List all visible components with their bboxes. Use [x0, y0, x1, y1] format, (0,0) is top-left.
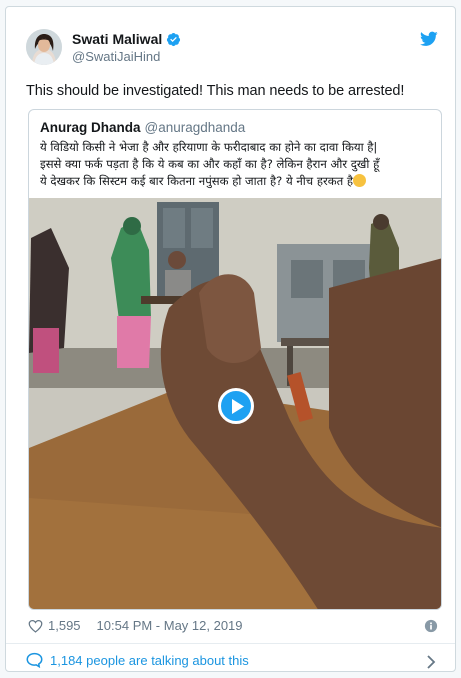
- tweet-text: This should be investigated! This man ne…: [26, 83, 405, 99]
- quoted-author[interactable]: Anurag Dhanda @anuragdhanda: [40, 120, 245, 135]
- quoted-author-handle: @anuragdhanda: [144, 120, 246, 135]
- chevron-right-icon[interactable]: [426, 655, 436, 669]
- embedded-tweet-card: Swati Maliwal @SwatiJaiHind This should …: [5, 6, 456, 672]
- conversation-link[interactable]: 1,184 people are talking about this: [26, 652, 249, 668]
- play-icon: [232, 399, 244, 414]
- author-avatar[interactable]: [26, 29, 62, 65]
- speech-bubble-icon: [26, 652, 43, 668]
- quoted-tweet[interactable]: Anurag Dhanda @anuragdhanda ये विडियो किस…: [28, 109, 442, 610]
- video-thumbnail[interactable]: [29, 198, 441, 609]
- talking-count-text: 1,184 people are talking about this: [50, 652, 249, 668]
- like-count[interactable]: 1,595: [48, 618, 81, 633]
- author-name[interactable]: Swati Maliwal: [72, 31, 162, 47]
- author-handle[interactable]: @SwatiJaiHind: [72, 49, 160, 64]
- thinking-face-emoji: [353, 174, 367, 187]
- play-video-button[interactable]: [218, 388, 254, 424]
- tweet-meta: 1,595 10:54 PM - May 12, 2019: [28, 618, 243, 633]
- quoted-tweet-text: ये विडियो किसी ने भेजा है और हरियाणा के …: [40, 139, 435, 190]
- heart-icon[interactable]: [28, 619, 43, 633]
- quoted-text-line: ये विडियो किसी ने भेजा है और हरियाणा के …: [40, 140, 378, 154]
- tweet-timestamp[interactable]: 10:54 PM - May 12, 2019: [97, 618, 243, 633]
- verified-badge-icon: [166, 32, 181, 47]
- info-icon[interactable]: [424, 619, 438, 633]
- quoted-author-name: Anurag Dhanda: [40, 120, 141, 135]
- quoted-text-line: इससे क्या फर्क पड़ता है कि ये कब का और क…: [40, 157, 380, 171]
- footer-divider: [6, 643, 455, 644]
- twitter-bird-icon[interactable]: [420, 31, 438, 47]
- quoted-text-line: ये देखकर कि सिस्टम कई बार कितना नपुंसक ह…: [40, 173, 435, 190]
